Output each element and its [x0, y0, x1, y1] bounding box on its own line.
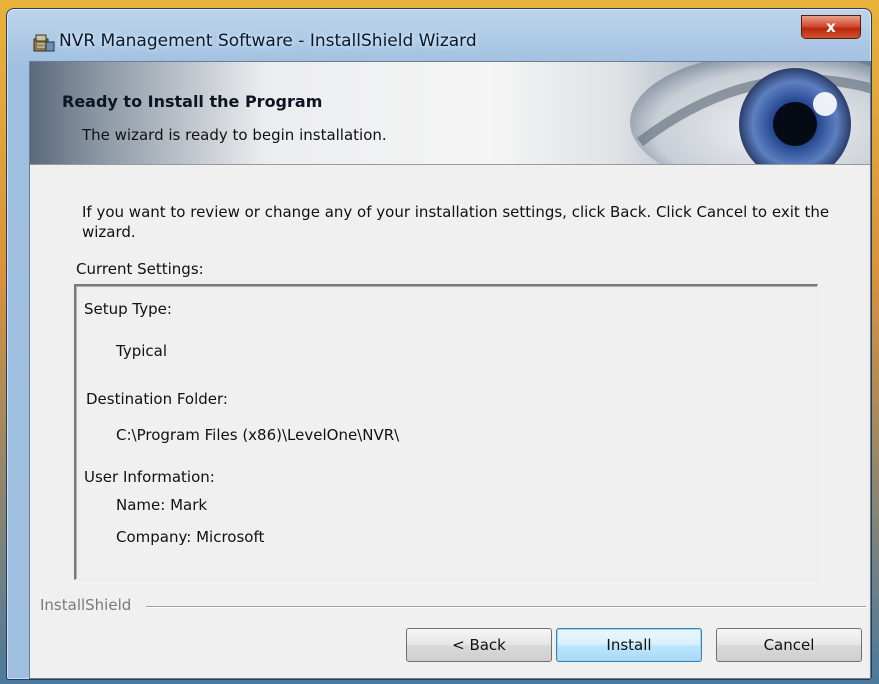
title-bar[interactable]: NVR Management Software - InstallShield … [7, 9, 871, 52]
destination-folder-value: C:\Program Files (x86)\LevelOne\NVR\ [116, 426, 400, 444]
close-icon: x [826, 18, 836, 36]
destination-folder-label: Destination Folder: [86, 390, 228, 408]
settings-summary-box[interactable]: Setup Type: Typical Destination Folder: … [74, 284, 818, 580]
installshield-brand: InstallShield [40, 596, 132, 614]
back-button[interactable]: < Back [406, 628, 552, 662]
current-settings-label: Current Settings: [76, 260, 204, 278]
install-button[interactable]: Install [556, 628, 702, 662]
user-company: Company: Microsoft [116, 528, 265, 546]
setup-type-value: Typical [116, 342, 167, 360]
close-button[interactable]: x [801, 15, 861, 39]
window-title: NVR Management Software - InstallShield … [59, 31, 477, 51]
installer-window: NVR Management Software - InstallShield … [6, 8, 872, 680]
dialog-body: Ready to Install the Program The wizard … [29, 61, 871, 679]
footer-divider [146, 606, 866, 608]
header-banner: Ready to Install the Program The wizard … [30, 62, 870, 165]
installer-icon [33, 33, 55, 53]
user-name: Name: Mark [116, 496, 208, 514]
banner-title: Ready to Install the Program [62, 92, 323, 111]
eye-icon [630, 62, 870, 164]
user-information-label: User Information: [84, 468, 215, 486]
intro-text: If you want to review or change any of y… [82, 203, 830, 241]
banner-subtitle: The wizard is ready to begin installatio… [82, 126, 387, 144]
cancel-button[interactable]: Cancel [716, 628, 862, 662]
setup-type-label: Setup Type: [84, 300, 172, 318]
